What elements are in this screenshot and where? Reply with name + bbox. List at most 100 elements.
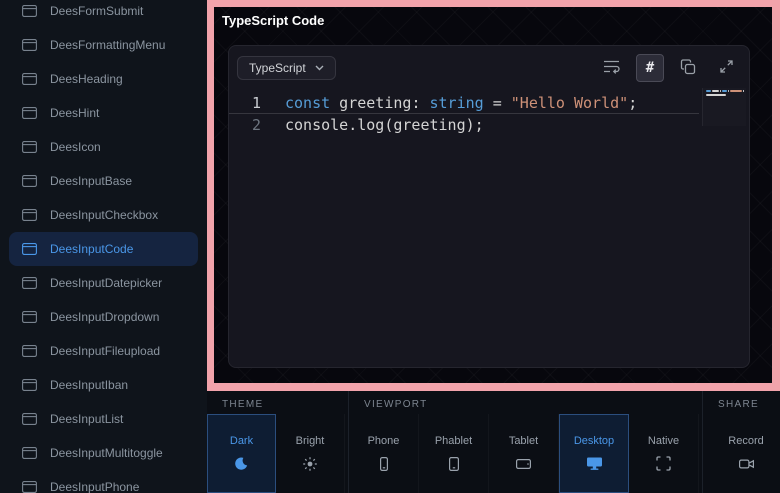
bright-button[interactable]: Bright: [276, 414, 345, 493]
bottom-bar-buttons: Dark Bright Phone Phablet Tablet Desktop Nativ…: [207, 414, 780, 493]
code-line: 1const greeting: string = "Hello World";: [229, 92, 699, 114]
sidebar-item-label: DeesInputPhone: [50, 480, 139, 493]
sidebar-item-deesformsubmit[interactable]: DeesFormSubmit: [0, 0, 207, 28]
language-selector[interactable]: TypeScript: [237, 56, 336, 80]
phablet-icon: [446, 455, 462, 473]
minimap[interactable]: [702, 88, 746, 126]
component-icon: [22, 243, 37, 255]
section-share: Record: [703, 414, 780, 493]
tablet-button[interactable]: Tablet: [489, 414, 559, 493]
line-number: 2: [229, 114, 285, 136]
sidebar: DeesFormSubmit DeesFormattingMenu DeesHead…: [0, 0, 207, 493]
sidebar-item-deesinputlist[interactable]: DeesInputList: [0, 402, 207, 436]
sidebar-item-label: DeesFormSubmit: [50, 4, 143, 18]
button-label: Bright: [296, 435, 325, 447]
code-line: 2console.log(greeting);: [229, 114, 749, 136]
sidebar-item-label: DeesInputList: [50, 412, 123, 426]
section-header-theme: THEME: [207, 391, 349, 414]
button-label: Phone: [368, 435, 400, 447]
button-label: Record: [728, 435, 763, 447]
sidebar-item-deesinputbase[interactable]: DeesInputBase: [0, 164, 207, 198]
main-area: TypeScript Code TypeScript # 1const gree…: [207, 0, 780, 493]
phablet-button[interactable]: Phablet: [419, 414, 489, 493]
button-label: Tablet: [509, 435, 538, 447]
button-label: Desktop: [574, 435, 614, 447]
phone-icon: [376, 455, 392, 473]
preview-frame: TypeScript Code TypeScript # 1const gree…: [207, 0, 780, 391]
component-icon: [22, 481, 37, 493]
copy-button[interactable]: [674, 54, 702, 82]
component-icon: [22, 107, 37, 119]
sidebar-item-label: DeesInputDatepicker: [50, 276, 162, 290]
code-lines: 1const greeting: string = "Hello World";…: [229, 92, 749, 136]
record-button[interactable]: Record: [712, 414, 780, 493]
code-text: const greeting: string = "Hello World";: [285, 92, 637, 113]
sidebar-item-label: DeesInputCheckbox: [50, 208, 158, 222]
language-selector-value: TypeScript: [249, 61, 306, 75]
component-icon: [22, 345, 37, 357]
app-root: DeesFormSubmit DeesFormattingMenu DeesHead…: [0, 0, 780, 493]
component-icon: [22, 5, 37, 17]
sidebar-list: DeesFormSubmit DeesFormattingMenu DeesHead…: [0, 0, 207, 493]
component-icon: [22, 141, 37, 153]
component-icon: [22, 379, 37, 391]
code-toolbar: TypeScript #: [229, 46, 749, 86]
sidebar-item-deesicon[interactable]: DeesIcon: [0, 130, 207, 164]
sidebar-item-label: DeesIcon: [50, 140, 101, 154]
dark-button[interactable]: Dark: [207, 414, 276, 493]
sidebar-item-deesinputiban[interactable]: DeesInputIban: [0, 368, 207, 402]
sidebar-item-label: DeesInputBase: [50, 174, 132, 188]
sidebar-item-deesinputphone[interactable]: DeesInputPhone: [0, 470, 207, 493]
sidebar-item-label: DeesInputFileupload: [50, 344, 160, 358]
native-button[interactable]: Native: [629, 414, 699, 493]
code-toolbar-actions: #: [598, 54, 740, 82]
component-icon: [22, 209, 37, 221]
desktop-icon: [586, 455, 603, 473]
button-label: Phablet: [435, 435, 472, 447]
sidebar-item-label: DeesInputIban: [50, 378, 128, 392]
desktop-button[interactable]: Desktop: [559, 414, 629, 493]
sidebar-item-deesformattingmenu[interactable]: DeesFormattingMenu: [0, 28, 207, 62]
sidebar-item-deesinputmultitoggle[interactable]: DeesInputMultitoggle: [0, 436, 207, 470]
sidebar-item-label: DeesFormattingMenu: [50, 38, 165, 52]
expand-button[interactable]: [712, 54, 740, 82]
sidebar-item-deesheading[interactable]: DeesHeading: [0, 62, 207, 96]
catalog-bottom-bar: THEMEVIEWPORTSHARE Dark Bright Phone Phable…: [207, 391, 780, 493]
component-icon: [22, 447, 37, 459]
section-theme: Dark Bright: [207, 414, 349, 493]
line-numbers-button[interactable]: #: [636, 54, 664, 82]
sidebar-item-deesinputfileupload[interactable]: DeesInputFileupload: [0, 334, 207, 368]
tablet-icon: [515, 455, 532, 473]
component-icon: [22, 311, 37, 323]
component-icon: [22, 73, 37, 85]
section-viewport: Phone Phablet Tablet Desktop Native: [349, 414, 703, 493]
word-wrap-button[interactable]: [598, 54, 626, 82]
native-icon: [656, 455, 671, 473]
section-header-share: SHARE: [703, 391, 780, 414]
sun-icon: [302, 455, 318, 473]
sidebar-item-label: DeesInputMultitoggle: [50, 446, 163, 460]
code-editor[interactable]: 1const greeting: string = "Hello World";…: [229, 86, 749, 367]
phone-button[interactable]: Phone: [349, 414, 419, 493]
component-icon: [22, 413, 37, 425]
word-wrap-icon: [603, 59, 621, 77]
line-number: 1: [229, 92, 285, 113]
section-header-viewport: VIEWPORT: [349, 391, 703, 414]
sidebar-item-label: DeesHint: [50, 106, 99, 120]
button-label: Dark: [230, 435, 253, 447]
sidebar-item-deesinputcheckbox[interactable]: DeesInputCheckbox: [0, 198, 207, 232]
preview-canvas: TypeScript Code TypeScript # 1const gree…: [214, 7, 772, 383]
sidebar-item-deesinputdatepicker[interactable]: DeesInputDatepicker: [0, 266, 207, 300]
expand-icon: [719, 59, 734, 77]
code-input-card: TypeScript # 1const greeting: string = "…: [228, 45, 750, 368]
component-icon: [22, 175, 37, 187]
copy-icon: [680, 59, 696, 78]
sidebar-item-deeshint[interactable]: DeesHint: [0, 96, 207, 130]
button-label: Native: [648, 435, 679, 447]
sidebar-item-deesinputcode[interactable]: DeesInputCode: [9, 232, 198, 266]
demo-title: TypeScript Code: [222, 13, 324, 28]
component-icon: [22, 277, 37, 289]
hash-glyph: #: [646, 60, 654, 76]
chevron-down-icon: [315, 65, 324, 71]
sidebar-item-deesinputdropdown[interactable]: DeesInputDropdown: [0, 300, 207, 334]
